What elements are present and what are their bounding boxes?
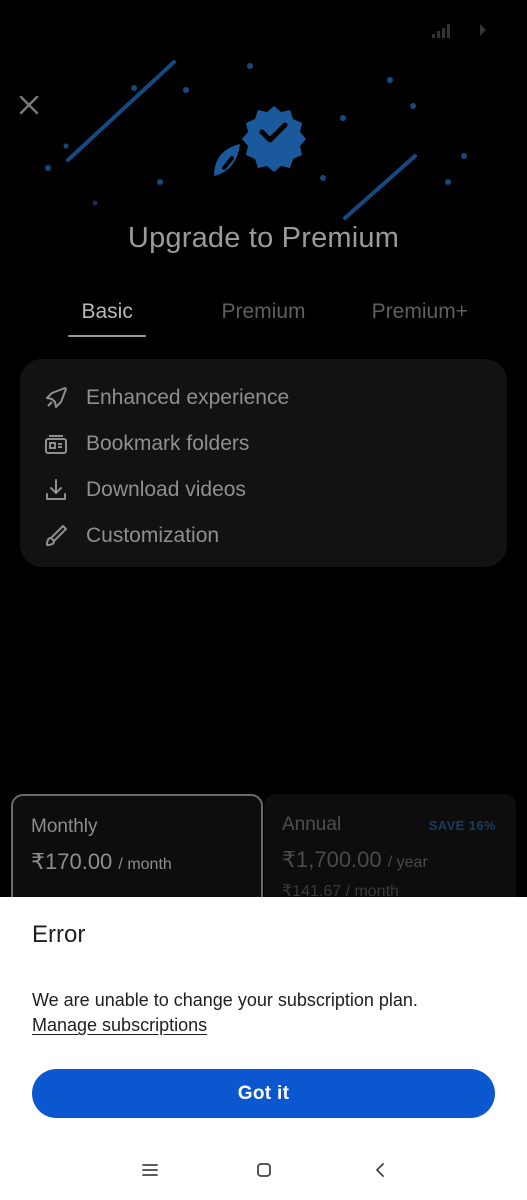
plan-price-value: ₹170.00: [31, 849, 113, 874]
close-button[interactable]: [14, 90, 44, 120]
save-badge: SAVE 16%: [428, 818, 496, 833]
screen: Upgrade to Premium Basic Premium Premium…: [0, 0, 527, 1200]
signal-icon: [432, 24, 450, 38]
recents-button[interactable]: [136, 1158, 164, 1182]
dialog-title: Error: [32, 921, 86, 948]
rocket-icon: [42, 384, 70, 412]
feature-label: Bookmark folders: [86, 432, 250, 455]
download-icon: [42, 476, 70, 504]
plan-price: ₹1,700.00 / year: [282, 847, 498, 873]
home-button[interactable]: [250, 1158, 278, 1182]
hero-illustration: [45, 60, 467, 220]
feature-item: Download videos: [20, 467, 507, 513]
feature-item: Bookmark folders: [20, 421, 507, 467]
battery-icon: [480, 24, 486, 36]
dialog-message: We are unable to change your subscriptio…: [32, 990, 418, 1010]
close-icon: [19, 95, 39, 115]
home-square-icon: [257, 1163, 271, 1177]
system-nav-bar: [0, 1140, 527, 1200]
feature-item: Enhanced experience: [20, 375, 507, 421]
got-it-button[interactable]: Got it: [32, 1069, 495, 1118]
feature-label: Enhanced experience: [86, 386, 290, 409]
feature-label: Download videos: [86, 478, 246, 501]
brush-icon: [42, 522, 70, 550]
page-title: Upgrade to Premium: [127, 222, 400, 254]
tab-premium-plus[interactable]: Premium+: [342, 296, 498, 340]
plan-price-unit: / month: [118, 856, 172, 873]
feature-label: Customization: [86, 524, 220, 547]
plan-name: Monthly: [31, 816, 98, 837]
back-button[interactable]: [366, 1158, 394, 1182]
plan-price: ₹170.00 / month: [31, 849, 243, 875]
status-bar: [0, 0, 527, 56]
features-card: Enhanced experience Bookmark folders Dow…: [20, 359, 507, 567]
feature-item: Customization: [20, 513, 507, 559]
tab-basic[interactable]: Basic: [29, 296, 185, 340]
plan-price-value: ₹1,700.00: [282, 847, 382, 872]
manage-subscriptions-link[interactable]: Manage subscriptions: [32, 1015, 207, 1036]
menu-icon: [142, 1164, 158, 1176]
tab-premium[interactable]: Premium: [185, 296, 341, 340]
bookmark-folder-icon: [42, 430, 70, 458]
plan-tabs: Basic Premium Premium+: [29, 296, 498, 340]
plan-price-unit: / year: [387, 854, 428, 871]
back-chevron-icon: [376, 1163, 384, 1177]
